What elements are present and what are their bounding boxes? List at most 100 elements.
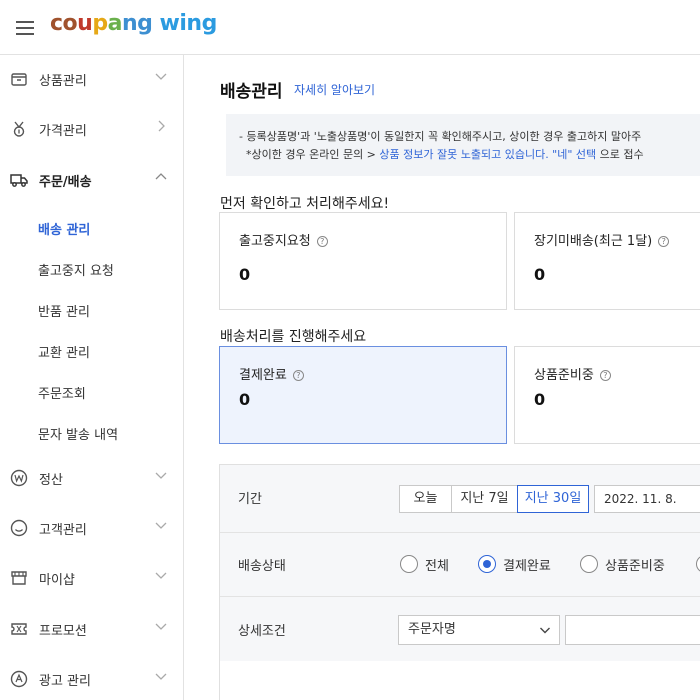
radio-label: 전체 bbox=[425, 559, 449, 574]
sidebar-item-label: 가격관리 bbox=[39, 124, 87, 139]
sidebar-item-label: 고객관리 bbox=[39, 523, 87, 538]
radio-circle bbox=[580, 555, 598, 573]
help-icon[interactable]: ? bbox=[292, 370, 304, 381]
notice-line-2: *상이한 경우 온라인 문의 > 상품 정보가 잘못 노출되고 있습니다. "네… bbox=[246, 146, 644, 162]
help-icon[interactable]: ? bbox=[599, 370, 611, 381]
period-7days-button[interactable]: 지난 7일 bbox=[451, 485, 518, 513]
logo[interactable]: coupang wing bbox=[50, 11, 217, 36]
sidebar-item-orders-shipping[interactable]: 주문/배송 bbox=[0, 160, 183, 200]
card-title: 상품준비중? bbox=[534, 364, 611, 383]
card-title: 결제완료? bbox=[239, 364, 304, 383]
notice-text: *상이한 경우 온라인 문의 > bbox=[246, 148, 380, 161]
sidebar-item-label: 마이샵 bbox=[39, 573, 75, 588]
logo-letter: c bbox=[50, 11, 63, 36]
card-title-text: 장기미배송(최근 1달) bbox=[534, 234, 653, 249]
notice-box: - 등록상품명'과 '노출상품명'이 동일한지 꼭 확인해주시고, 상이한 경우… bbox=[226, 114, 700, 176]
sidebar-subitem-returns[interactable]: 반품 관리 bbox=[38, 301, 90, 320]
logo-letter: g bbox=[137, 11, 153, 36]
hamburger-icon[interactable] bbox=[16, 21, 34, 35]
radio-label: 결제완료 bbox=[503, 559, 551, 574]
start-date-input[interactable]: 2022. 11. 8. bbox=[594, 485, 700, 513]
card-value: 0 bbox=[534, 390, 546, 409]
sidebar-item-advertising[interactable]: 광고 관리 bbox=[0, 659, 183, 699]
logo-letter: p bbox=[92, 11, 108, 36]
card-title-text: 출고중지요청 bbox=[239, 234, 311, 249]
sidebar-subitem-shipping-management[interactable]: 배송 관리 bbox=[38, 219, 90, 238]
sidebar-item-promotion[interactable]: 프로모션 bbox=[0, 609, 183, 649]
card-value: 0 bbox=[534, 265, 546, 284]
sidebar-item-customers[interactable]: 고객관리 bbox=[0, 508, 183, 548]
ad-icon bbox=[10, 670, 28, 688]
card-value: 0 bbox=[239, 390, 251, 409]
logo-letter: u bbox=[77, 11, 93, 36]
logo-letter: a bbox=[107, 11, 123, 36]
sidebar-item-label: 상품관리 bbox=[39, 74, 87, 89]
box-icon bbox=[11, 73, 27, 86]
logo-letter: n bbox=[121, 11, 138, 36]
chevron-up-icon bbox=[155, 173, 167, 180]
radio-circle bbox=[400, 555, 418, 573]
sidebar-item-pricing[interactable]: 가격관리 bbox=[0, 109, 183, 149]
card-title: 출고중지요청? bbox=[239, 230, 328, 249]
logo-wing: wing bbox=[159, 11, 218, 36]
sidebar-subitem-exchanges[interactable]: 교환 관리 bbox=[38, 342, 90, 361]
sidebar-item-label: 정산 bbox=[39, 473, 63, 488]
period-today-button[interactable]: 오늘 bbox=[399, 485, 452, 513]
smile-icon bbox=[10, 519, 28, 537]
notice-text: 으로 접수 bbox=[596, 148, 644, 161]
section-label-process-shipping: 배송처리를 진행해주세요 bbox=[220, 329, 367, 345]
logo-letter: o bbox=[62, 11, 78, 36]
shop-icon bbox=[11, 571, 27, 585]
help-icon[interactable]: ? bbox=[658, 236, 670, 247]
medal-icon bbox=[13, 121, 25, 137]
chevron-right-icon bbox=[158, 120, 165, 132]
sidebar-item-label: 광고 관리 bbox=[39, 674, 91, 689]
won-icon bbox=[10, 469, 28, 487]
card-title-text: 상품준비중 bbox=[534, 368, 594, 383]
chevron-down-icon bbox=[155, 572, 167, 579]
notice-link[interactable]: 상품 정보가 잘못 노출되고 있습니다. "네" 선택 bbox=[379, 148, 596, 161]
truck-icon bbox=[10, 174, 28, 187]
notice-line-1: - 등록상품명'과 '노출상품명'이 동일한지 꼭 확인해주시고, 상이한 경우… bbox=[239, 130, 642, 143]
status-label: 배송상태 bbox=[238, 559, 286, 574]
sidebar-item-label: 주문/배송 bbox=[39, 175, 92, 190]
page-title: 배송관리 bbox=[220, 82, 283, 102]
chevron-down-icon bbox=[155, 472, 167, 479]
detail-condition-select[interactable]: 주문자명 bbox=[398, 615, 560, 645]
chevron-down-icon bbox=[155, 673, 167, 680]
sidebar-subitem-sms-history[interactable]: 문자 발송 내역 bbox=[38, 424, 118, 443]
period-30days-button[interactable]: 지난 30일 bbox=[517, 485, 589, 513]
sidebar-item-label: 프로모션 bbox=[39, 624, 87, 639]
chevron-down-icon bbox=[155, 73, 167, 80]
ticket-icon bbox=[11, 623, 27, 635]
divider bbox=[220, 532, 700, 533]
card-title-text: 결제완료 bbox=[239, 368, 287, 383]
filter-footer bbox=[220, 661, 700, 700]
status-card-long-undelivered[interactable]: 장기미배송(최근 1달)? 0 bbox=[514, 212, 700, 310]
section-label-check-first: 먼저 확인하고 처리해주세요! bbox=[220, 196, 390, 212]
learn-more-link[interactable]: 자세히 알아보기 bbox=[294, 81, 375, 98]
radio-circle bbox=[478, 555, 496, 573]
detail-search-input[interactable] bbox=[565, 615, 700, 645]
sidebar-subitem-stop-shipment[interactable]: 출고중지 요청 bbox=[38, 260, 114, 279]
help-icon[interactable]: ? bbox=[316, 236, 328, 247]
top-bar: coupang wing bbox=[0, 0, 700, 55]
radio-label: 상품준비중 bbox=[605, 559, 665, 574]
divider bbox=[220, 596, 700, 597]
sidebar-item-settlement[interactable]: 정산 bbox=[0, 458, 183, 498]
status-card-stop-request[interactable]: 출고중지요청? 0 bbox=[219, 212, 507, 310]
select-value: 주문자명 bbox=[408, 622, 456, 637]
sidebar: 상품관리 가격관리 주문/배송 배송 관리 출고중지 요청 반품 관리 교환 관… bbox=[0, 55, 184, 700]
sidebar-subitem-order-lookup[interactable]: 주문조회 bbox=[38, 383, 86, 402]
status-card-payment-complete[interactable]: 결제완료? 0 bbox=[219, 346, 507, 444]
chevron-down-icon bbox=[155, 623, 167, 630]
status-card-preparing[interactable]: 상품준비중? 0 bbox=[514, 346, 700, 444]
chevron-down-icon bbox=[540, 627, 550, 634]
sidebar-item-myshop[interactable]: 마이샵 bbox=[0, 558, 183, 598]
card-value: 0 bbox=[239, 265, 251, 284]
card-title: 장기미배송(최근 1달)? bbox=[534, 230, 670, 249]
sidebar-item-products[interactable]: 상품관리 bbox=[0, 59, 183, 99]
period-label: 기간 bbox=[238, 492, 262, 507]
detail-label: 상세조건 bbox=[238, 624, 286, 639]
chevron-down-icon bbox=[155, 522, 167, 529]
